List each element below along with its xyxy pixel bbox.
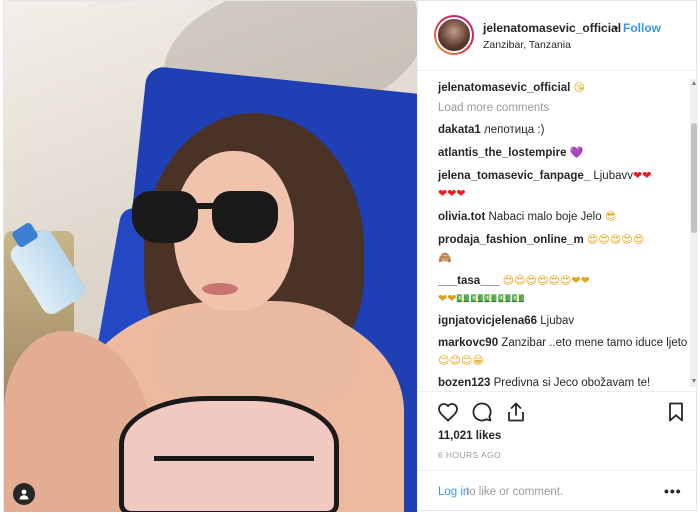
avatar-image [436,17,472,53]
comment-text: Ljubavv [593,170,633,182]
post-dialog: jelenatomasevic_official • Follow Zanzib… [3,0,698,512]
comment-emoji: ❤❤ [632,169,652,182]
comment-username[interactable]: olivia.tot [438,211,485,223]
likes-count[interactable]: 11,021 likes [438,430,501,442]
comment-username[interactable]: markovc90 [438,337,498,349]
comments-list[interactable]: jelenatomasevic_official 😘 Load more com… [438,79,690,391]
comment-text: Zanzibar ..eto mene tamo iduce ljeto [501,337,688,349]
lens-right [212,191,278,243]
heart-icon[interactable] [436,400,460,424]
comment-username[interactable]: prodaja_fashion_online_m [438,234,584,246]
login-link[interactable]: Log in [438,486,469,498]
comment-emoji-line2: ❤❤💵💵💵💵💵 [438,292,525,305]
comment-item: prodaja_fashion_online_m 😍😍😍😍😍 🙈 [438,231,690,267]
neck [154,301,354,411]
load-more-comments-button[interactable]: Load more comments [438,102,690,114]
scroll-up-arrow-icon[interactable]: ▲ [690,79,698,89]
post-actions: 11,021 likes 6 HOURS AGO Log in to like … [418,391,698,511]
comment-emoji: 😍😍😍😍😍 [586,233,645,246]
share-icon[interactable] [504,400,528,424]
more-options-icon[interactable]: ••• [664,483,682,499]
lips [202,283,238,295]
comment-emoji: 😎 [604,210,617,223]
comment-item: atlantis_the_lostempire 💜 [438,144,690,162]
comment-emoji-line2: ❤❤❤ [438,187,466,200]
comment-item: markovc90 Zanzibar ..eto mene tamo iduce… [438,335,690,370]
comment-username[interactable]: ignjatovicjelena66 [438,315,537,327]
comment-emoji: 😊😊😊😁 [438,354,484,367]
avatar[interactable] [434,15,474,55]
scrollbar-thumb[interactable] [691,123,697,233]
comment-bubble-icon[interactable] [470,400,494,424]
post-photo[interactable] [4,1,417,512]
comment-username[interactable]: atlantis_the_lostempire [438,147,566,159]
comment-item: dakata1 лепотица :) [438,122,690,139]
comment-item: ignjatovicjelena66 Ljubav [438,313,690,330]
bikini-strap [154,456,314,461]
comment-text: лепотица :) [484,124,545,136]
follow-button[interactable]: Follow [623,21,661,35]
login-row: Log in to like or comment. ••• [418,470,698,512]
comment-username[interactable]: dakata1 [438,124,481,136]
post-side-panel: jelenatomasevic_official • Follow Zanzib… [417,1,698,512]
login-prompt-text: to like or comment. [466,486,564,498]
comment-item: ___tasa___ 😍😍😍😍😍😍❤❤ ❤❤💵💵💵💵💵 [438,272,690,308]
comment-text: Ljubav [540,315,575,327]
location-link[interactable]: Zanzibar, Tanzania [483,39,571,51]
caption: jelenatomasevic_official 😘 [438,79,690,97]
header-username[interactable]: jelenatomasevic_official [483,21,621,35]
comment-item: jelena_tomasevic_fanpage_ Ljubavv❤❤ ❤❤❤ [438,167,690,203]
comment-item: bozen123 Predivna si Jeco obožavam te! N… [438,375,690,391]
sunglasses [132,191,282,249]
person-tag-icon[interactable] [13,483,35,505]
scroll-down-arrow-icon[interactable]: ▼ [690,377,698,387]
post-header: jelenatomasevic_official • Follow Zanzib… [418,1,698,71]
post-timestamp: 6 HOURS AGO [438,450,501,460]
comment-emoji: 💜 [569,146,584,159]
bookmark-icon[interactable] [664,400,688,424]
bikini-top [119,396,339,512]
comment-emoji: 😍😍😍😍😍😍❤❤ [502,274,590,287]
comments-scrollbar[interactable]: ▲ ▼ [690,79,698,387]
comment-text: Nabaci malo boje Jelo [488,211,602,223]
caption-username[interactable]: jelenatomasevic_official [438,82,570,94]
lens-left [132,191,198,243]
caption-emoji: 😘 [573,81,585,94]
comment-item: olivia.tot Nabaci malo boje Jelo 😎 [438,208,690,226]
comment-username[interactable]: ___tasa___ [438,275,499,287]
comment-username[interactable]: jelena_tomasevic_fanpage_ [438,170,590,182]
comment-emoji-line2: 🙈 [438,251,452,264]
comment-username[interactable]: bozen123 [438,377,490,389]
header-separator: • [614,21,619,35]
